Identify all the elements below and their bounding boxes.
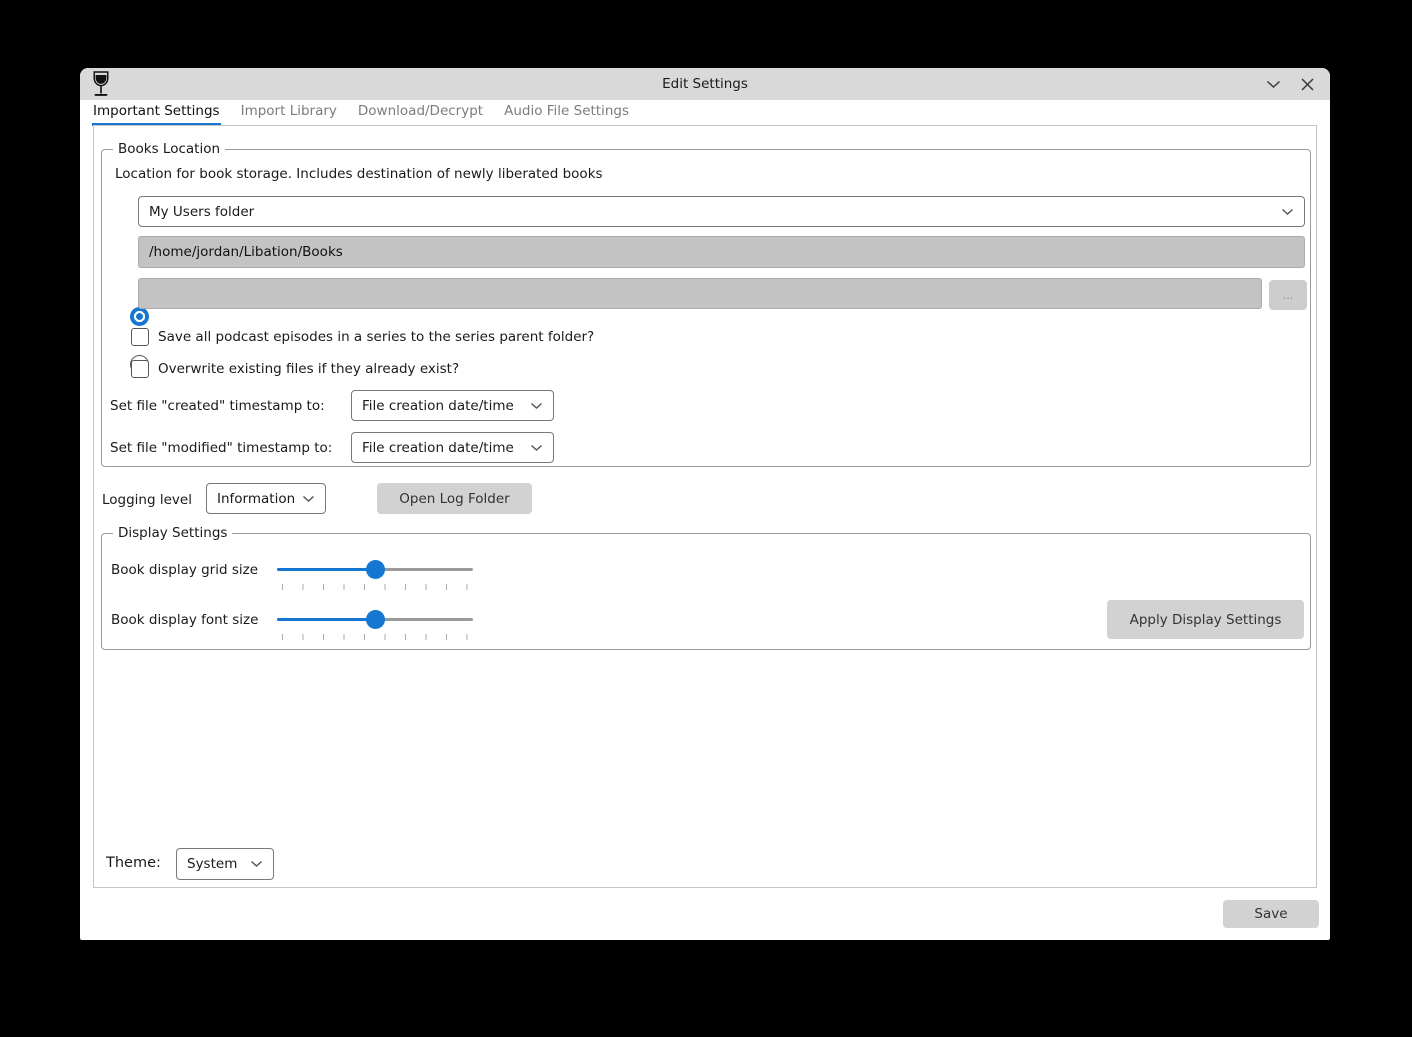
slider-thumb[interactable] <box>366 560 385 579</box>
tab-import-library[interactable]: Import Library <box>240 100 338 126</box>
logging-level-label: Logging level <box>102 492 192 508</box>
slider-fill <box>277 568 375 571</box>
tab-download-decrypt[interactable]: Download/Decrypt <box>357 100 484 126</box>
save-button[interactable]: Save <box>1223 900 1319 928</box>
tab-important-settings[interactable]: Important Settings <box>92 100 221 126</box>
apply-display-settings-button[interactable]: Apply Display Settings <box>1107 600 1304 639</box>
browse-button[interactable]: ... <box>1269 280 1307 310</box>
title-bar: Edit Settings <box>80 68 1330 100</box>
logging-level-select[interactable]: Information <box>206 483 326 514</box>
libation-wine-glass-icon <box>92 71 110 97</box>
close-icon[interactable] <box>1298 75 1316 93</box>
slider-fill <box>277 618 375 621</box>
open-log-folder-button[interactable]: Open Log Folder <box>377 483 532 514</box>
chevron-down-icon <box>524 402 543 410</box>
folder-preset-select[interactable]: My Users folder <box>138 196 1305 227</box>
chevron-down-icon <box>1275 208 1294 216</box>
modified-timestamp-select[interactable]: File creation date/time <box>351 432 554 463</box>
chevron-down-icon <box>244 860 263 868</box>
window-title: Edit Settings <box>80 76 1330 92</box>
default-path-field[interactable]: /home/jordan/Libation/Books <box>138 236 1305 268</box>
slider-thumb[interactable] <box>366 610 385 629</box>
tab-audio-file-settings[interactable]: Audio File Settings <box>503 100 630 126</box>
modified-timestamp-value: File creation date/time <box>362 440 514 456</box>
created-timestamp-value: File creation date/time <box>362 398 514 414</box>
logging-level-value: Information <box>217 491 295 507</box>
podcast-series-folder-label: Save all podcast episodes in a series to… <box>158 328 594 346</box>
modified-timestamp-label: Set file "modified" timestamp to: <box>110 440 332 456</box>
grid-size-slider[interactable] <box>277 560 473 579</box>
font-size-label: Book display font size <box>111 612 258 628</box>
custom-path-field[interactable] <box>138 278 1262 309</box>
edit-settings-window: Edit Settings Important Settings Import L… <box>80 68 1330 940</box>
chevron-down-icon <box>296 495 315 503</box>
theme-label: Theme: <box>106 855 161 871</box>
created-timestamp-label: Set file "created" timestamp to: <box>110 398 325 414</box>
books-location-description: Location for book storage. Includes dest… <box>115 166 603 182</box>
books-location-group: Books Location Location for book storage… <box>101 149 1311 467</box>
podcast-series-folder-checkbox[interactable] <box>131 328 149 346</box>
font-size-slider[interactable] <box>277 610 473 629</box>
folder-preset-value: My Users folder <box>149 204 254 220</box>
important-settings-panel: Books Location Location for book storage… <box>93 125 1317 888</box>
display-settings-group: Display Settings Book display grid size … <box>101 533 1311 650</box>
overwrite-files-label: Overwrite existing files if they already… <box>158 360 459 378</box>
overwrite-files-checkbox[interactable] <box>131 360 149 378</box>
grid-size-ticks <box>282 584 468 590</box>
display-settings-legend: Display Settings <box>113 525 232 541</box>
theme-select[interactable]: System <box>176 848 274 880</box>
tab-strip: Important Settings Import Library Download… <box>92 100 630 125</box>
font-size-ticks <box>282 634 468 640</box>
theme-value: System <box>187 856 237 872</box>
grid-size-label: Book display grid size <box>111 562 258 578</box>
chevron-down-icon <box>524 444 543 452</box>
minimize-chevron-icon[interactable] <box>1264 75 1282 93</box>
default-path-radio[interactable] <box>130 307 149 326</box>
created-timestamp-select[interactable]: File creation date/time <box>351 390 554 421</box>
books-location-legend: Books Location <box>113 141 225 157</box>
